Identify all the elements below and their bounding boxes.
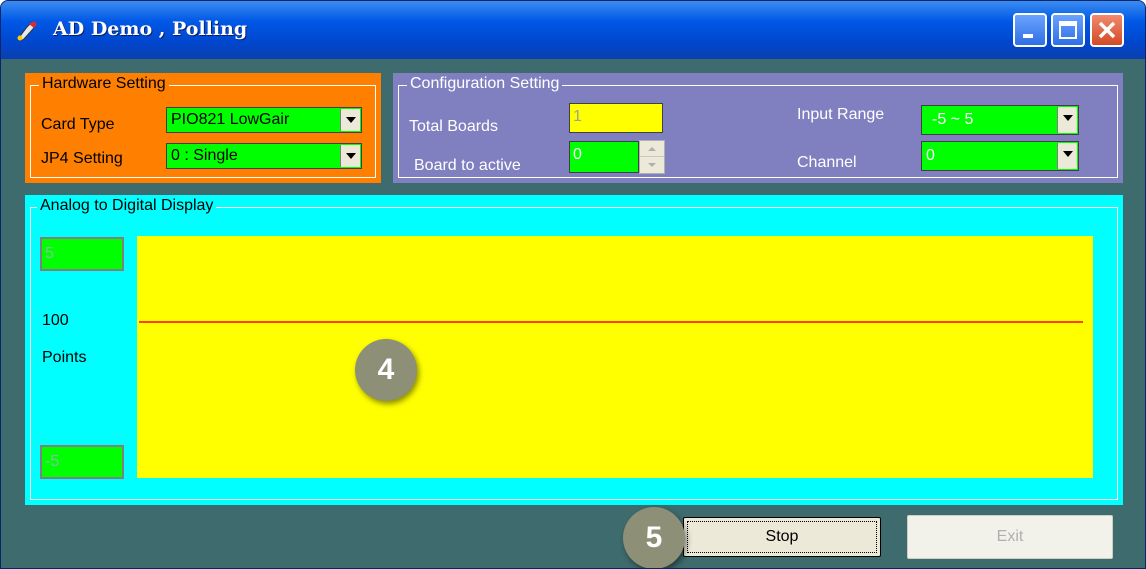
exit-button-label: Exit: [996, 528, 1024, 545]
channel-select[interactable]: 0: [921, 141, 1079, 171]
jp4-setting-label: JP4 Setting: [41, 150, 123, 167]
hardware-setting-legend: Hardware Setting: [39, 73, 169, 95]
dropdown-arrow-icon[interactable]: [340, 145, 360, 167]
jp4-setting-value: 0 : Single: [171, 147, 238, 164]
title-bar[interactable]: AD Demo , Polling: [1, 1, 1145, 59]
card-type-label: Card Type: [41, 116, 115, 133]
close-button[interactable]: [1090, 13, 1124, 47]
dropdown-arrow-icon[interactable]: [1057, 107, 1077, 133]
configuration-setting-group: Configuration Setting Total Boards 1 Boa…: [393, 73, 1123, 183]
input-range-label: Input Range: [797, 106, 885, 123]
ad-plot-svg: [139, 321, 1083, 323]
card-type-value: PIO821 LowGair: [171, 111, 290, 128]
callout-marker-5: 5: [623, 507, 685, 568]
app-window: AD Demo , Polling Hardware Setting Card …: [0, 0, 1146, 569]
spinner-up-icon[interactable]: [640, 141, 664, 157]
points-label: Points: [42, 349, 87, 366]
board-to-active-label: Board to active: [414, 157, 521, 174]
channel-value: 0: [926, 147, 935, 164]
board-to-active-field[interactable]: 0: [569, 141, 639, 173]
exit-button: Exit: [907, 515, 1113, 559]
dropdown-arrow-icon[interactable]: [1057, 143, 1077, 169]
display-legend: Analog to Digital Display: [37, 195, 217, 217]
window-title: AD Demo , Polling: [53, 18, 248, 40]
total-boards-label: Total Boards: [409, 118, 498, 135]
y-min-field: -5: [40, 445, 124, 479]
app-icon: [17, 21, 37, 41]
stop-button-label: Stop: [765, 528, 799, 545]
maximize-button[interactable]: [1051, 13, 1085, 47]
total-boards-field: 1: [569, 103, 663, 133]
y-max-field: 5: [40, 237, 124, 271]
hardware-setting-group: Hardware Setting Card Type PIO821 LowGai…: [25, 73, 381, 183]
dropdown-arrow-icon[interactable]: [340, 109, 360, 131]
board-to-active-spinner[interactable]: [639, 140, 665, 174]
jp4-setting-select[interactable]: 0 : Single: [166, 143, 362, 169]
configuration-setting-legend: Configuration Setting: [407, 73, 563, 95]
client-area: Hardware Setting Card Type PIO821 LowGai…: [5, 59, 1141, 568]
ad-plot-area: [137, 236, 1093, 478]
minimize-icon: [1023, 34, 1033, 38]
close-icon: [1098, 21, 1116, 39]
minimize-button[interactable]: [1013, 13, 1047, 47]
input-range-select[interactable]: -5 ~ 5: [921, 105, 1079, 135]
input-range-value: -5 ~ 5: [932, 111, 974, 128]
stop-button[interactable]: Stop: [683, 517, 881, 557]
spinner-down-icon[interactable]: [640, 157, 664, 173]
channel-label: Channel: [797, 154, 857, 171]
card-type-select[interactable]: PIO821 LowGair: [166, 107, 362, 133]
callout-marker-4: 4: [355, 339, 417, 401]
maximize-icon: [1059, 21, 1077, 39]
points-count: 100: [42, 312, 69, 329]
